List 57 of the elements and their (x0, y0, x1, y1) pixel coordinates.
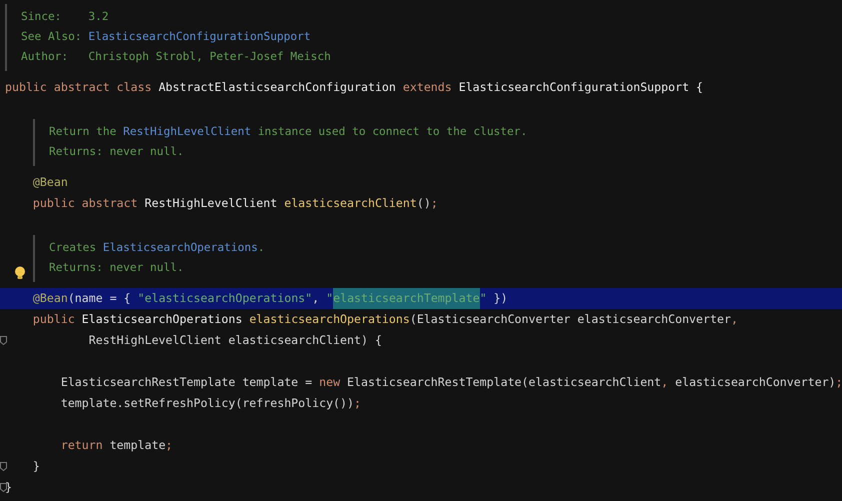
fold-icon[interactable] (0, 483, 7, 492)
code-token: new (319, 374, 342, 391)
code-token: RestHighLevelClient elasticsearchClient) { (88, 332, 382, 349)
code-token: , (730, 311, 738, 328)
selected-code-token: elasticsearchTemplate (333, 288, 480, 309)
doc-text: instance used to connect to the cluster. (256, 124, 528, 140)
code-token: " (326, 290, 334, 307)
code-token: "elasticsearchOperations" (138, 290, 312, 307)
doc-tag-label: Returns: (49, 260, 103, 276)
code-token: ; (430, 195, 438, 212)
doc-text: Return the (49, 124, 118, 140)
doc-tag-label: Returns: (49, 144, 103, 160)
doc-text: 3.2 (88, 9, 109, 25)
doc-text: never null. (110, 260, 184, 276)
code-token: (ElasticsearchConverter elasticsearchConverter (410, 311, 731, 328)
code-token: template.setRefreshPolicy(refreshPolicy()) (60, 395, 354, 412)
lightbulb-icon[interactable] (14, 266, 26, 280)
code-token: , (312, 290, 320, 307)
doc-link[interactable]: RestHighLevelClient (123, 122, 252, 142)
code-token: ; (836, 374, 842, 391)
doc-text: Christoph Strobl, Peter-Josef Meisch (88, 49, 331, 65)
doc-tag-label: Since: (21, 9, 62, 25)
code-token: ; (166, 437, 173, 454)
code-token: ElasticsearchRestTemplate template = (60, 374, 314, 391)
code-token: ElasticsearchRestTemplate(elasticsearchClient (347, 374, 662, 391)
code-token: elasticsearchConverter) (675, 374, 836, 391)
code-token: } (5, 479, 12, 496)
code-token: template (110, 437, 166, 454)
code-token: } (32, 458, 40, 475)
code-token: }) (492, 290, 508, 307)
code-token: ElasticsearchConfigurationSupport { (458, 79, 704, 96)
fold-icon[interactable] (0, 336, 7, 345)
code-token: ; (354, 395, 361, 412)
code-token: " (480, 290, 487, 307)
doc-link[interactable]: ElasticsearchOperations (102, 238, 258, 258)
doc-tag-label: See Also: (21, 29, 83, 45)
code-token: ElasticsearchOperations (82, 311, 244, 328)
code-token: , (661, 374, 670, 391)
doc-tag-label: Author: (21, 49, 70, 65)
code-token: () (416, 195, 431, 212)
doc-text: . (258, 240, 265, 256)
code-token: public abstract class (5, 79, 153, 96)
doc-link[interactable]: ElasticsearchConfigurationSupport (88, 27, 311, 47)
code-token: elasticsearchClient (284, 195, 417, 212)
code-token: @Bean (32, 174, 68, 191)
code-token: (name = { (68, 290, 132, 307)
code-token: public abstract (32, 195, 139, 212)
code-token: elasticsearchOperations (249, 311, 410, 328)
code-token: extends (402, 79, 453, 96)
code-token: AbstractElasticsearchConfiguration (158, 79, 397, 96)
doc-text: never null. (110, 144, 184, 160)
code-token: public (32, 311, 76, 328)
doc-text: Creates (49, 240, 98, 256)
code-token: RestHighLevelClient (144, 195, 278, 212)
code-token: @Bean (32, 290, 68, 307)
code-token: return (60, 437, 104, 454)
fold-icon[interactable] (0, 462, 7, 471)
